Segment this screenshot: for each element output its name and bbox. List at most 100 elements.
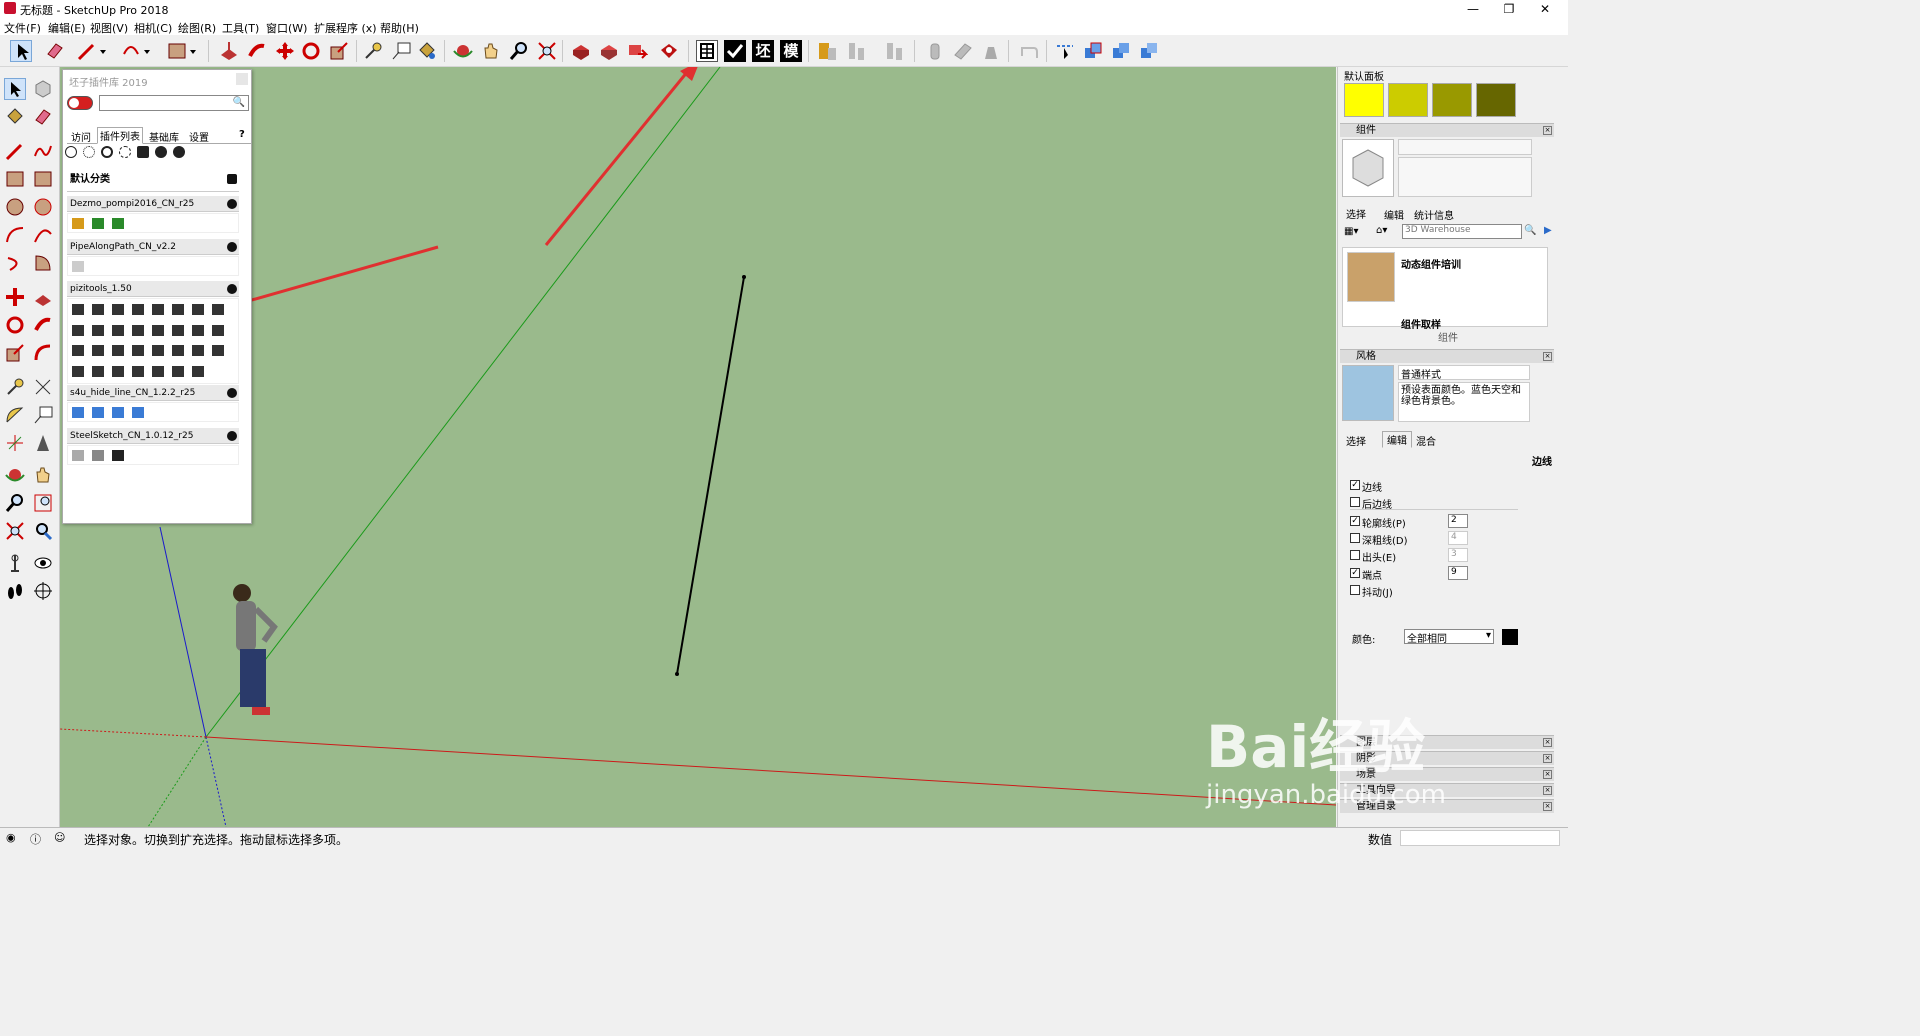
close-icon[interactable]: × [1543,126,1552,135]
close-icon[interactable]: × [1543,738,1552,747]
scale-tool-icon[interactable] [4,342,26,364]
arc-tool-icon[interactable] [120,40,142,62]
swatch-olive-dark[interactable] [1476,83,1516,117]
three-point-arc-icon[interactable] [4,252,26,274]
pizi-tool-icon[interactable] [72,325,84,336]
component-tool-icon[interactable] [32,78,54,100]
color-select[interactable]: 全部相同 ▾ [1404,629,1494,645]
hide-cube3-icon[interactable] [1138,40,1160,62]
tab-select[interactable]: 选择 [1346,206,1366,221]
share-model-icon[interactable] [598,40,620,62]
component-item-2[interactable]: 组件取样 [1401,316,1441,331]
zoom-window-icon[interactable] [32,492,54,514]
zoom-extents-icon[interactable] [4,520,26,542]
steel-weight-icon[interactable] [112,450,124,461]
pizi-tool-icon[interactable] [92,304,104,315]
close-icon[interactable]: × [1543,786,1552,795]
share-component-icon[interactable] [626,40,649,62]
steel-weight-icon[interactable] [980,40,1002,62]
pizi-tool-icon[interactable] [112,325,124,336]
pizi-tool-icon[interactable] [212,325,224,336]
style-tab-mix[interactable]: 混合 [1416,433,1436,448]
follow-me-icon[interactable] [32,314,54,336]
menu-tools[interactable]: 工具(T) [222,20,259,36]
pizi-t2-button[interactable]: 模 [780,40,802,62]
tab-base-library[interactable]: 基础库 [147,129,181,144]
text-tool-icon[interactable] [32,404,54,426]
extension-warehouse-icon[interactable] [658,40,680,62]
layout-p-icon[interactable] [816,40,838,62]
dimension-tool-icon[interactable] [32,376,54,398]
menu-edit[interactable]: 编辑(E) [48,20,86,36]
home-icon[interactable]: ⌂▾ [1376,225,1387,236]
hide-line-icon[interactable] [72,407,84,418]
move-tool-icon[interactable] [274,40,296,62]
pizi-tool-icon[interactable] [172,304,184,315]
rectangle-tool-icon[interactable] [166,40,188,62]
style-description[interactable]: 预设表面颜色。蓝色天空和绿色背景色。 [1398,382,1530,422]
undo-curve-icon[interactable] [1018,40,1040,62]
two-point-arc-icon[interactable] [32,224,54,246]
settings-refresh-icon[interactable] [119,146,131,158]
menu-window[interactable]: 窗口(W) [266,20,307,36]
offset-tool-icon[interactable] [32,342,54,364]
zoom-tool-icon[interactable] [508,40,530,62]
close-icon[interactable]: × [1543,770,1552,779]
checkbox-4[interactable] [1350,550,1360,560]
close-icon[interactable] [236,73,248,85]
pan-tool-icon[interactable] [32,464,54,486]
orbit-tool-icon[interactable] [452,40,474,62]
pizi-tool-icon[interactable] [172,366,184,377]
rotate-tool-icon[interactable] [4,314,26,336]
pizi-tool-icon[interactable] [132,304,144,315]
eraser-tool-icon[interactable] [32,106,54,128]
swatch-olive-light[interactable] [1388,83,1428,117]
tab-plugin-list[interactable]: 插件列表 [97,127,143,144]
freehand-tool-icon[interactable] [32,140,54,162]
pizi-tool-icon[interactable] [92,325,104,336]
push-pull-icon[interactable] [32,286,54,308]
pizi-tool-icon[interactable] [132,366,144,377]
pie-tool-icon[interactable] [32,252,54,274]
text-tool-icon[interactable] [390,40,412,62]
pizi-tool-icon[interactable] [132,325,144,336]
pizi-tool-icon[interactable] [192,345,204,356]
tab-edit[interactable]: 编辑 [1384,207,1404,222]
position-camera-icon[interactable] [4,552,26,574]
plugin-library-icon[interactable] [696,40,718,62]
tab-statistics[interactable]: 统计信息 [1414,207,1454,222]
edge-width-input[interactable]: 4 [1448,531,1468,545]
pizi-tool-icon[interactable] [172,325,184,336]
help-icon[interactable]: ? [237,129,247,140]
tape-measure-icon[interactable] [362,40,384,62]
add-icon[interactable] [65,146,77,158]
check-icon[interactable] [227,388,237,398]
checkbox-0[interactable]: ✓ [1350,480,1360,490]
pizi-tool-icon[interactable] [112,366,124,377]
follow-me-icon[interactable] [246,40,268,62]
hide-cube2-icon[interactable] [112,407,124,418]
layout-bar2-icon[interactable] [884,40,906,62]
hide-cube-icon[interactable] [1082,40,1104,62]
plugin-header-pipe[interactable]: PipeAlongPath_CN_v2.2 [67,239,239,255]
pizi-tool-icon[interactable] [152,366,164,377]
pizi-t1-button[interactable]: 坯 [752,40,774,62]
pizi-tool-icon[interactable] [152,304,164,315]
pizi-tool-icon[interactable] [192,325,204,336]
tab-settings[interactable]: 设置 [187,129,211,144]
check-icon[interactable] [227,284,237,294]
edge-width-input[interactable]: 3 [1448,548,1468,562]
pizi-tool-icon[interactable] [132,345,144,356]
search-icon[interactable]: 🔍 [1524,225,1536,236]
rectangle-tool-icon[interactable] [4,168,26,190]
style-tab-select[interactable]: 选择 [1346,433,1366,448]
close-icon[interactable]: × [1543,754,1552,763]
check-icon[interactable] [227,431,237,441]
forward-icon[interactable]: ▶ [1544,225,1552,236]
pizi-tool-icon[interactable] [112,304,124,315]
orbit-tool-icon[interactable] [4,464,26,486]
pizi-tool-icon[interactable] [172,345,184,356]
plugin-toggle-switch[interactable] [67,96,93,110]
pencil-tool-icon[interactable] [76,40,98,62]
rotate-tool-icon[interactable] [300,40,322,62]
